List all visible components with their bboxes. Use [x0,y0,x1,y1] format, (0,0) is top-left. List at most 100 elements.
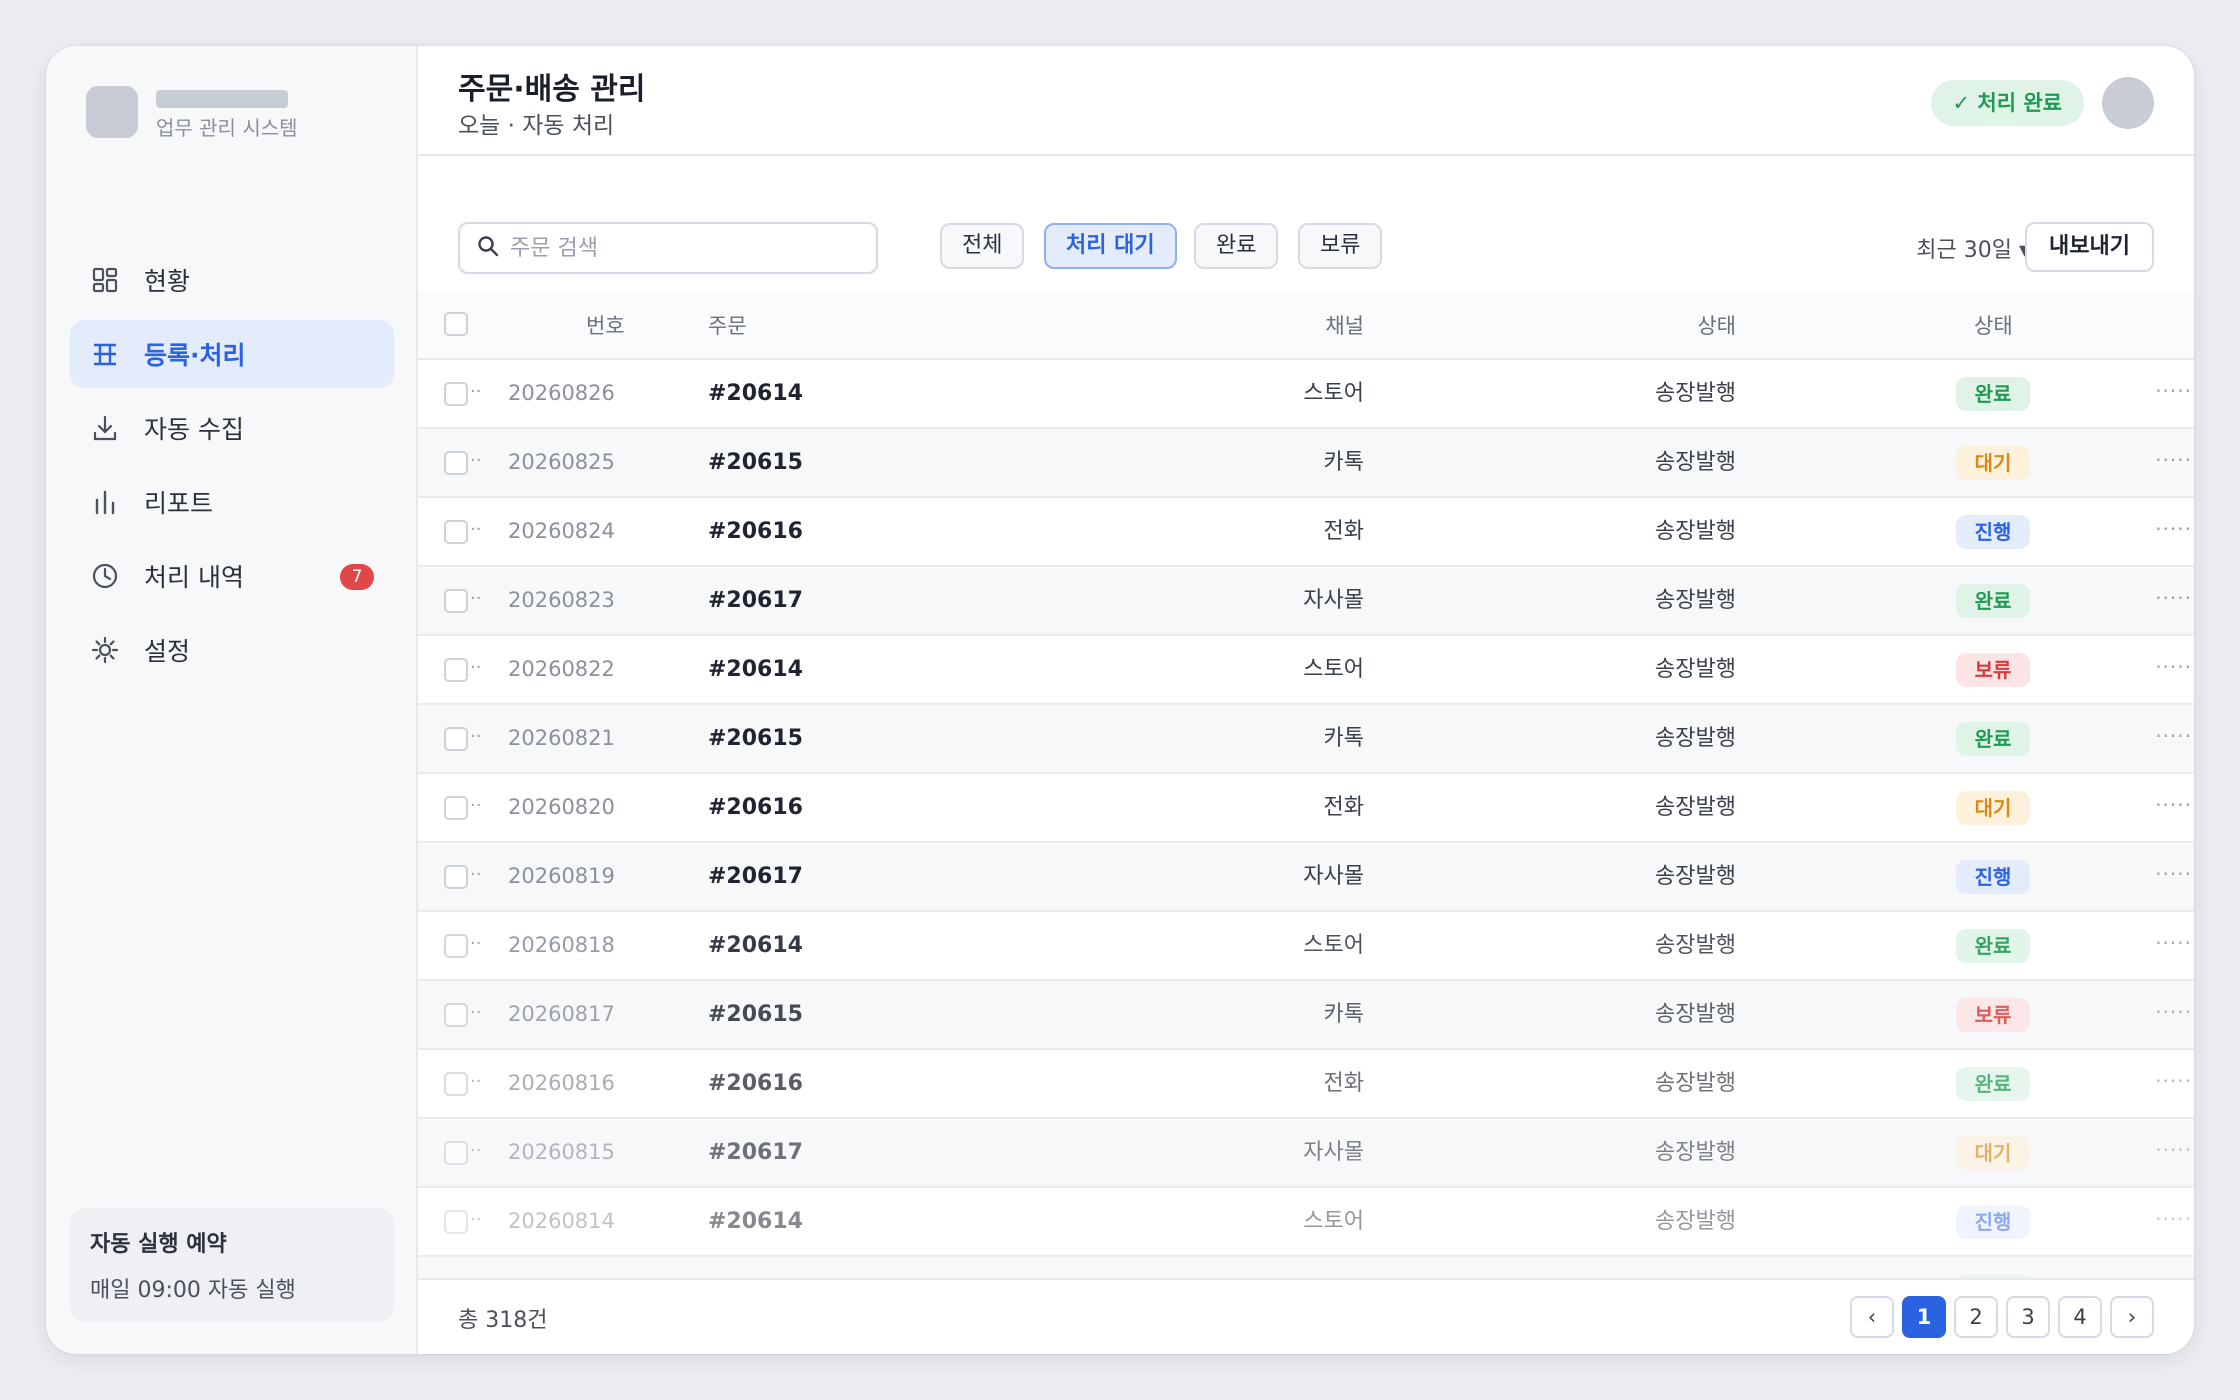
row-drag-handle[interactable]: ·· [470,981,481,1045]
prev-page-button[interactable]: ‹ [1850,1296,1894,1338]
row-checkbox[interactable] [444,658,468,682]
row-more-icon[interactable]: ····· [2155,360,2192,422]
export-button[interactable]: 내보내기 [2025,222,2154,272]
row-more-icon[interactable]: ····· [2155,1050,2192,1112]
row-more-icon[interactable]: ····· [2155,567,2192,629]
sidebar-item-label: 처리 내역 [144,563,244,592]
next-page-button[interactable]: › [2110,1296,2154,1338]
row-drag-handle[interactable]: ·· [470,843,481,907]
row-checkbox[interactable] [444,1072,468,1096]
row-more-icon[interactable]: ····· [2155,636,2192,698]
sidebar-item-register[interactable]: 등록·처리 [70,320,394,388]
row-more-icon[interactable]: ····· [2155,705,2192,767]
row-checkbox[interactable] [444,520,468,544]
table-body: ·· 20260826 #20614 스토어 송장발행 완료 ····· ·· 20260825… [418,360,2194,1326]
sidebar-item-report[interactable]: 리포트 [70,468,394,536]
orders-table: 번호 주문 채널 상태 상태 ·· 20260826 #20614 스토어 송장발행 완료… [418,292,2194,1326]
row-drag-handle[interactable]: ·· [470,1188,481,1252]
sidebar-item-auto-collect[interactable]: 자동 수집 [70,394,394,462]
sidebar-item-overview[interactable]: 현황 [70,246,394,314]
row-more-icon[interactable]: ····· [2155,774,2192,836]
row-drag-handle[interactable]: ·· [470,567,481,631]
order-channel: 카톡 [1323,726,1364,751]
order-id: #20617 [708,588,803,613]
order-number: 20260825 [508,450,615,474]
grid-icon [90,265,120,295]
row-checkbox[interactable] [444,1003,468,1027]
column-header-state: 상태 [1697,314,1736,338]
status-badge: 대기 [1956,1136,2030,1170]
order-channel: 스토어 [1303,657,1364,682]
row-more-icon[interactable]: ····· [2155,1119,2192,1181]
row-drag-handle[interactable]: ·· [470,774,481,838]
order-number: 20260817 [508,1002,615,1026]
order-id: #20615 [708,1002,803,1027]
row-checkbox[interactable] [444,796,468,820]
page-button-2[interactable]: 2 [1954,1296,1998,1338]
row-drag-handle[interactable]: ·· [470,1050,481,1114]
page-button-1[interactable]: 1 [1902,1296,1946,1338]
row-checkbox[interactable] [444,589,468,613]
row-checkbox[interactable] [444,1210,468,1234]
filter-done-button[interactable]: 완료 [1194,223,1279,269]
order-number: 20260819 [508,864,615,888]
schedule-card[interactable]: 자동 실행 예약 매일 09:00 자동 실행 [70,1208,394,1322]
date-range-dropdown[interactable]: 최근 30일 ▾ [1916,232,2030,264]
table-row[interactable]: ·· 20260815 #20617 자사몰 송장발행 대기 ····· [418,1119,2194,1188]
row-checkbox[interactable] [444,727,468,751]
row-drag-handle[interactable]: ·· [470,636,481,700]
table-row[interactable]: ·· 20260818 #20614 스토어 송장발행 완료 ····· [418,912,2194,981]
row-checkbox[interactable] [444,382,468,406]
search-box[interactable] [458,222,878,274]
row-more-icon[interactable]: ····· [2155,843,2192,905]
row-checkbox[interactable] [444,451,468,475]
filter-hold-button[interactable]: 보류 [1298,223,1383,269]
order-number: 20260824 [508,519,615,543]
sidebar-item-history[interactable]: 처리 내역 7 [70,542,394,610]
row-drag-handle[interactable]: ·· [470,912,481,976]
table-row[interactable]: ·· 20260826 #20614 스토어 송장발행 완료 ····· [418,360,2194,429]
page-button-3[interactable]: 3 [2006,1296,2050,1338]
row-more-icon[interactable]: ····· [2155,429,2192,491]
sidebar-item-label: 리포트 [144,489,214,518]
row-more-icon[interactable]: ····· [2155,498,2192,560]
filter-all-button[interactable]: 전체 [940,223,1025,269]
page-button-4[interactable]: 4 [2058,1296,2102,1338]
row-more-icon[interactable]: ····· [2155,981,2192,1043]
row-drag-handle[interactable]: ·· [470,1119,481,1183]
table-row[interactable]: ·· 20260825 #20615 카톡 송장발행 대기 ····· [418,429,2194,498]
row-drag-handle[interactable]: ·· [470,429,481,493]
table-row[interactable]: ·· 20260816 #20616 전화 송장발행 완료 ····· [418,1050,2194,1119]
sidebar-item-label: 등록·처리 [144,341,246,370]
table-row[interactable]: ·· 20260817 #20615 카톡 송장발행 보류 ····· [418,981,2194,1050]
sidebar-nav: 현황 등록·처리 자동 수집 리포트 처리 내역 7 설정 [70,246,394,690]
row-drag-handle[interactable]: ·· [470,705,481,769]
table-row[interactable]: ·· 20260823 #20617 자사몰 송장발행 완료 ····· [418,567,2194,636]
row-checkbox[interactable] [444,934,468,958]
table-row[interactable]: ·· 20260814 #20614 스토어 송장발행 진행 ····· [418,1188,2194,1257]
table-row[interactable]: ·· 20260820 #20616 전화 송장발행 대기 ····· [418,774,2194,843]
status-badge: 대기 [1956,791,2030,825]
row-checkbox[interactable] [444,865,468,889]
table-row[interactable]: ·· 20260819 #20617 자사몰 송장발행 진행 ····· [418,843,2194,912]
row-more-icon[interactable]: ····· [2155,912,2192,974]
table-footer: 총 318건 ‹ 1 2 3 4 › [418,1278,2194,1354]
status-badge: 진행 [1956,1205,2030,1239]
search-input[interactable] [510,235,850,261]
table-row[interactable]: ·· 20260824 #20616 전화 송장발행 진행 ····· [418,498,2194,567]
status-badge: 완료 [1956,722,2030,756]
order-number: 20260821 [508,726,615,750]
order-channel: 스토어 [1303,381,1364,406]
sidebar-item-settings[interactable]: 설정 [70,616,394,684]
brand-subtitle: 업무 관리 시스템 [156,116,298,140]
table-row[interactable]: ·· 20260822 #20614 스토어 송장발행 보류 ····· [418,636,2194,705]
row-more-icon[interactable]: ····· [2155,1188,2192,1250]
row-drag-handle[interactable]: ·· [470,360,481,424]
row-checkbox[interactable] [444,1141,468,1165]
table-row[interactable]: ·· 20260821 #20615 카톡 송장발행 완료 ····· [418,705,2194,774]
filter-pending-button[interactable]: 처리 대기 [1044,223,1177,269]
select-all-checkbox[interactable] [444,312,468,336]
row-drag-handle[interactable]: ·· [470,498,481,562]
page-subtitle: 오늘 · 자동 처리 [458,113,615,139]
avatar[interactable] [2102,77,2154,129]
